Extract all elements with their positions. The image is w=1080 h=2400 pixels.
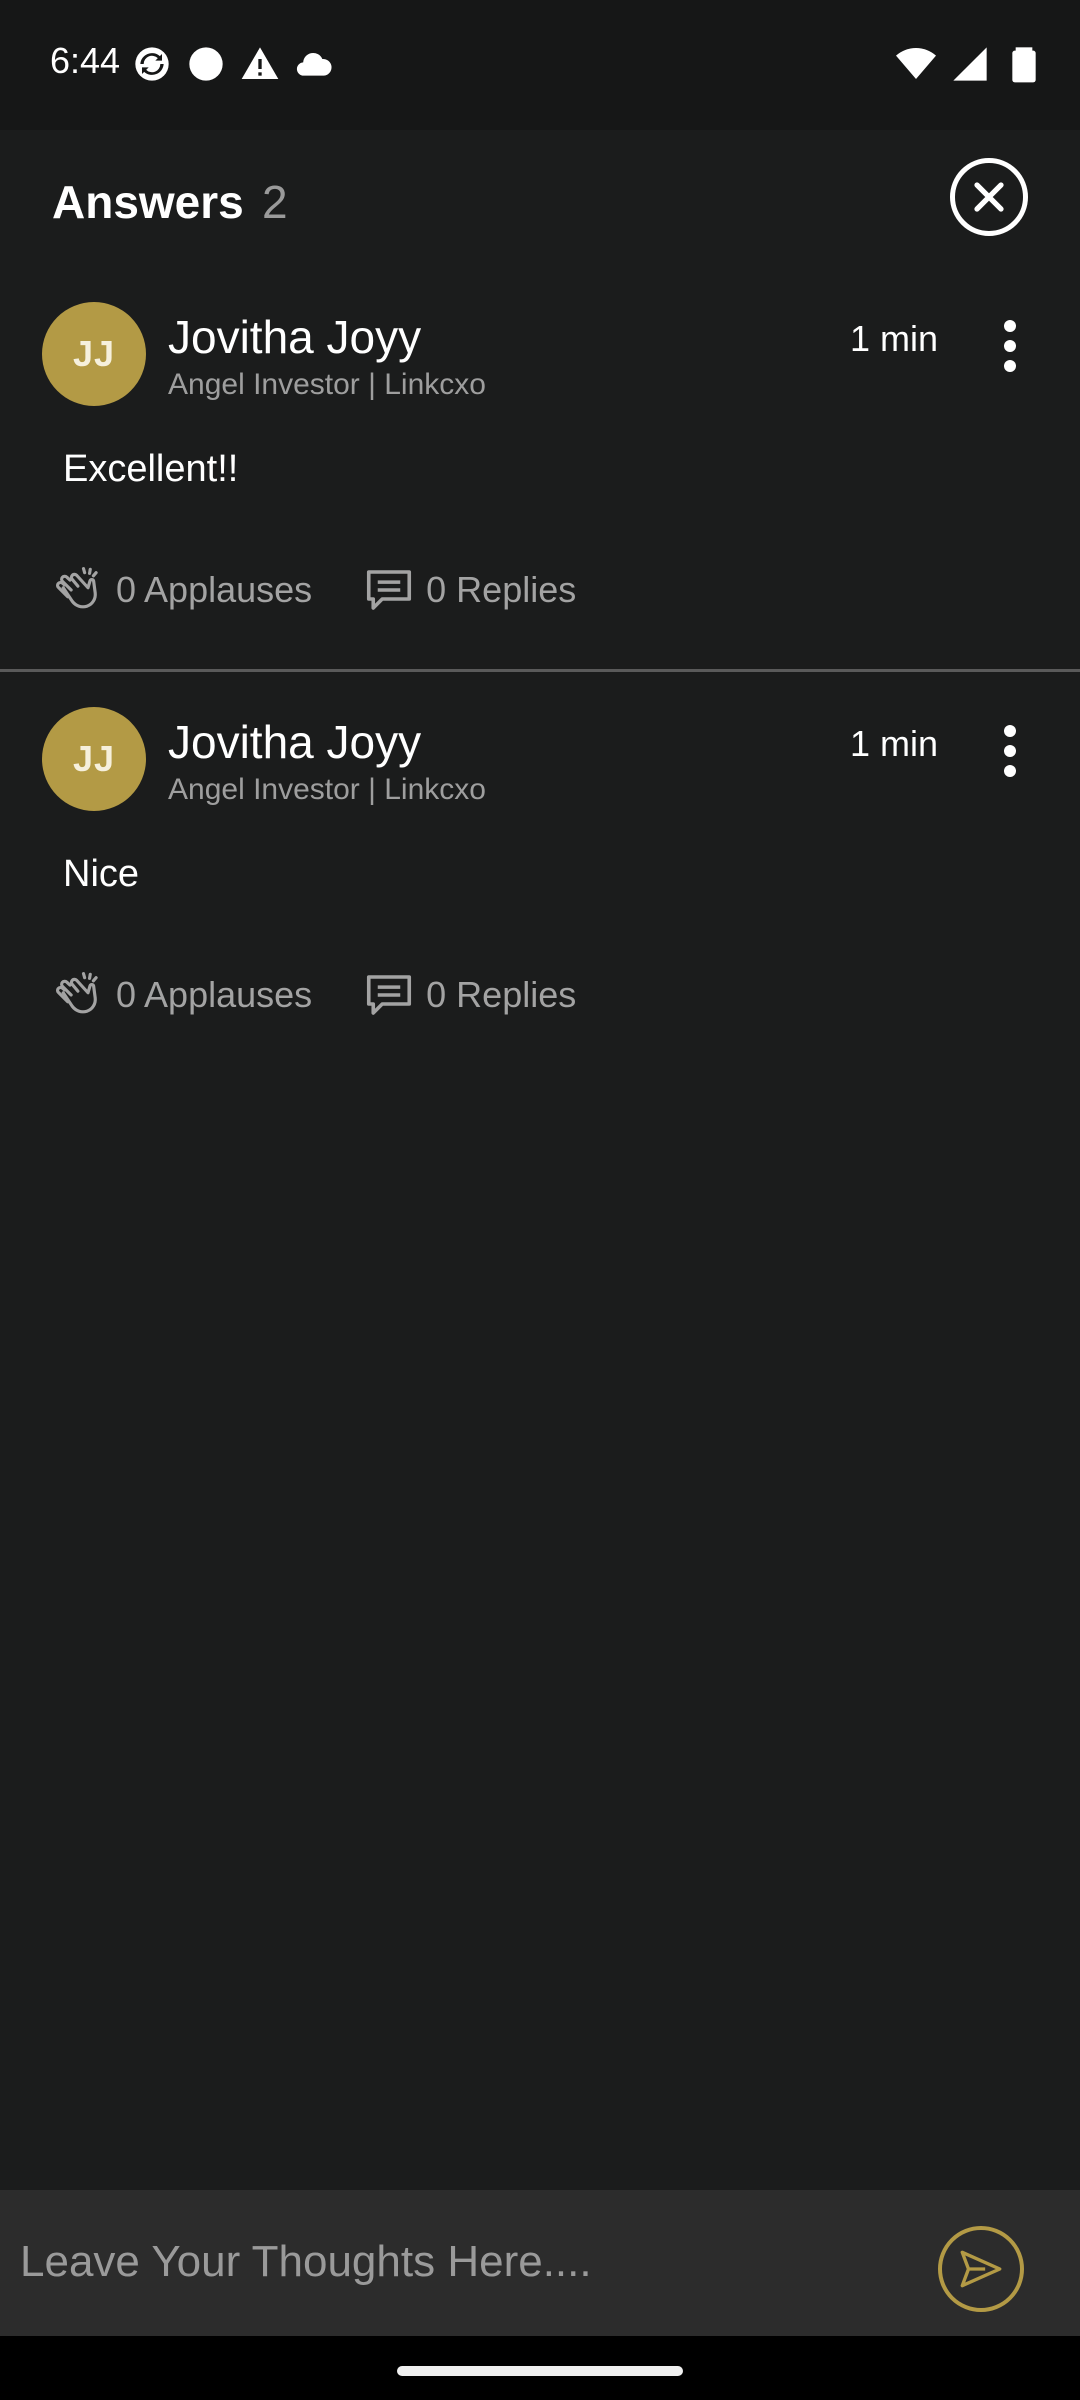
answer-stats: 0 Applauses 0 Replies (52, 560, 576, 620)
answer-item: JJ Jovitha Joyy Angel Investor | Linkcxo… (0, 270, 1080, 672)
answer-composer (0, 2190, 1080, 2336)
avatar[interactable]: JJ (42, 302, 146, 406)
answer-input[interactable] (20, 2220, 900, 2304)
replies-button[interactable]: 0 Replies (362, 968, 576, 1022)
send-button[interactable] (938, 2226, 1024, 2312)
answer-text: Excellent!! (63, 448, 239, 490)
clap-icon (55, 972, 98, 1014)
avatar[interactable]: JJ (42, 707, 146, 811)
answer-item: JJ Jovitha Joyy Angel Investor | Linkcxo… (0, 675, 1080, 1075)
answer-stats: 0 Applauses 0 Replies (52, 965, 576, 1025)
author-name[interactable]: Jovitha Joyy (168, 310, 421, 364)
status-icons-right (896, 44, 1044, 84)
signal-icon (953, 47, 987, 81)
status-time: 6:44 (50, 40, 121, 81)
page-title: Answers (52, 176, 244, 228)
answers-screen: 6:44 Answers 2 JJ Jovitha Joyy Angel Inv… (0, 0, 1080, 2400)
comment-icon (367, 570, 412, 610)
more-options-button[interactable] (990, 318, 1030, 374)
cloud-icon (296, 52, 332, 76)
comment-icon (367, 975, 412, 1015)
more-dot-icon (1004, 320, 1016, 332)
navigation-bar (0, 2336, 1080, 2400)
home-gesture-handle[interactable] (397, 2366, 683, 2376)
author-name[interactable]: Jovitha Joyy (168, 715, 421, 769)
wifi-icon (896, 48, 936, 79)
replies-button[interactable]: 0 Replies (362, 563, 576, 617)
author-role: Angel Investor | Linkcxo (168, 773, 486, 806)
more-options-button[interactable] (990, 723, 1030, 779)
answers-header: Answers 2 (0, 130, 1080, 270)
more-dot-icon (1004, 765, 1016, 777)
battery-icon (1012, 47, 1036, 83)
answer-time: 1 min (850, 723, 939, 764)
close-button[interactable] (950, 158, 1028, 236)
more-dot-icon (1004, 360, 1016, 372)
warning-icon (241, 47, 279, 79)
status-icons-left (132, 44, 334, 84)
author-role: Angel Investor | Linkcxo (168, 368, 486, 401)
more-dot-icon (1004, 745, 1016, 757)
applause-button[interactable]: 0 Applauses (52, 968, 312, 1022)
answer-text: Nice (63, 853, 140, 895)
more-dot-icon (1004, 725, 1016, 737)
send-icon (960, 2250, 1002, 2288)
answers-count: 2 (262, 176, 288, 228)
close-icon (974, 182, 1004, 212)
applause-button[interactable]: 0 Applauses (52, 563, 312, 617)
answer-time: 1 min (850, 318, 939, 359)
replies-count: 0 Replies (426, 974, 577, 1015)
status-bar: 6:44 (0, 0, 1080, 130)
circle-icon (189, 47, 223, 81)
clap-icon (55, 567, 98, 609)
applause-count: 0 Applauses (116, 569, 313, 610)
replies-count: 0 Replies (426, 569, 577, 610)
more-dot-icon (1004, 340, 1016, 352)
sync-icon (135, 47, 169, 81)
applause-count: 0 Applauses (116, 974, 313, 1015)
